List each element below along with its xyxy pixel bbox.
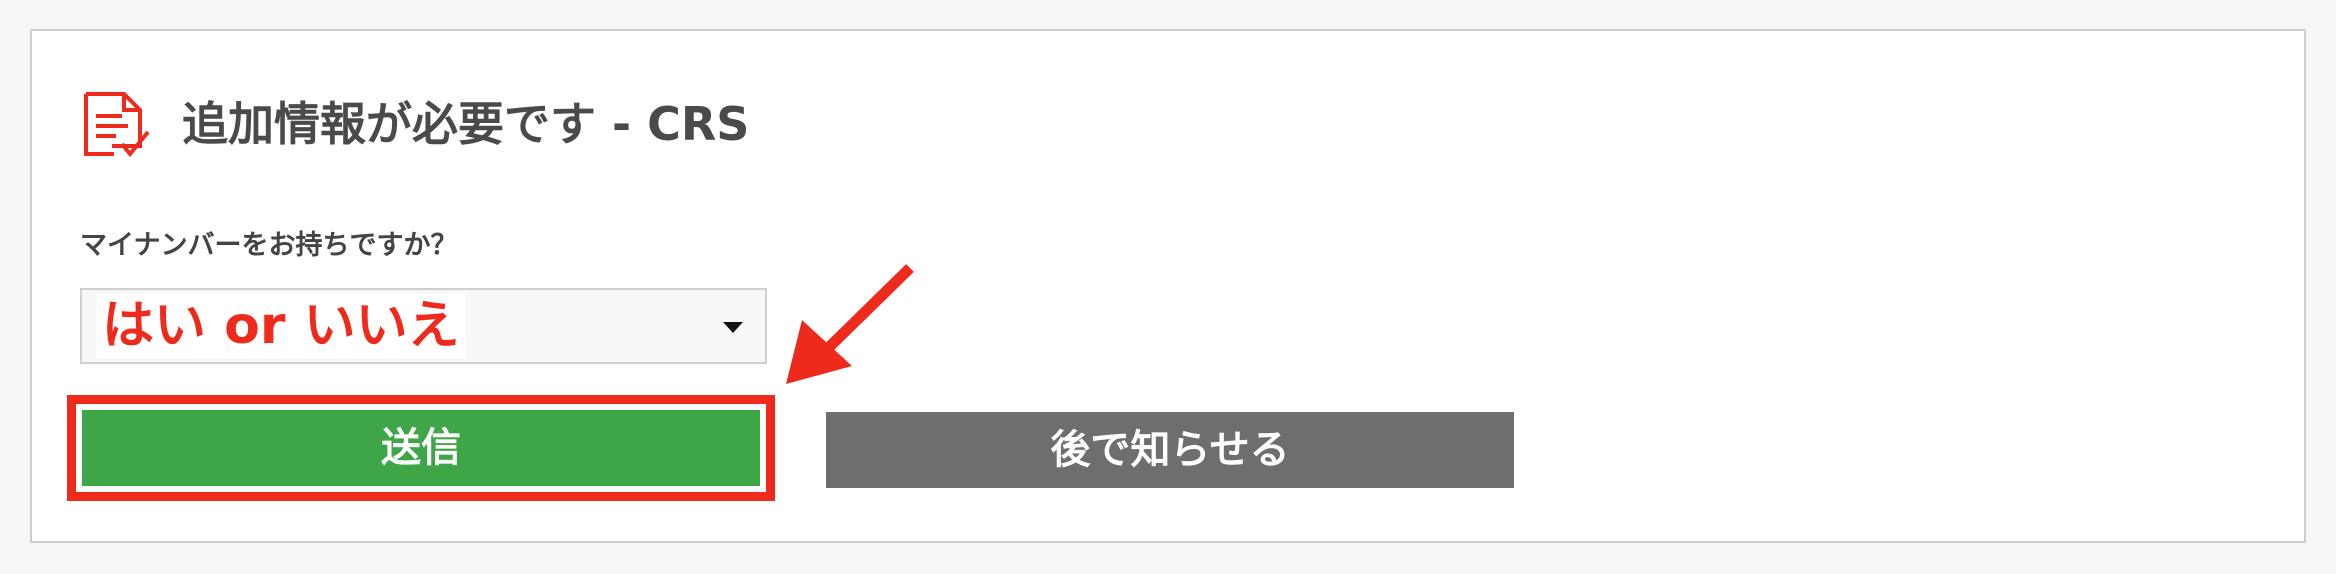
page-title: 追加情報が必要です - CRS xyxy=(182,97,750,151)
my-number-question-label: マイナンバーをお持ちですか？ xyxy=(80,230,458,261)
select-annotation-text: はい or いいえ xyxy=(96,293,466,359)
my-number-select[interactable]: はい or いいえ xyxy=(80,288,767,364)
document-check-icon xyxy=(84,92,150,158)
caret-down-icon xyxy=(723,322,743,333)
submit-button[interactable]: 送信 xyxy=(82,410,760,486)
red-arrow-icon xyxy=(786,264,914,384)
notify-later-button[interactable]: 後で知らせる xyxy=(826,412,1514,488)
